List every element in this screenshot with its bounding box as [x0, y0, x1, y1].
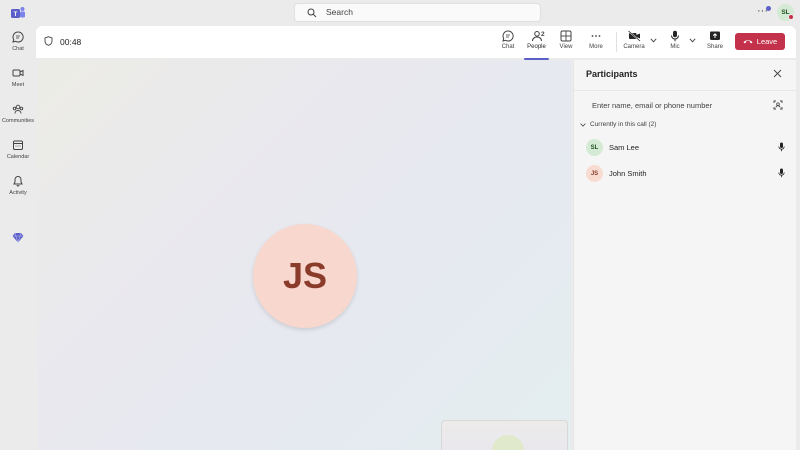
controls-divider [616, 32, 617, 52]
search-box[interactable]: Search [294, 3, 541, 22]
left-rail: Chat Meet Communities Calendar Activity [0, 26, 36, 450]
search-placeholder: Search [326, 7, 353, 17]
participant-row[interactable]: SL Sam Lee [574, 138, 797, 160]
view-button[interactable]: View [555, 30, 577, 58]
invite-search-input[interactable]: Enter name, email or phone number [592, 101, 712, 110]
participant-avatar-large: JS [253, 224, 357, 328]
video-stage: JS [38, 60, 571, 450]
camera-off-icon [627, 30, 641, 42]
rail-item-calendar[interactable]: Calendar [0, 139, 36, 171]
rail-label: Meet [11, 82, 25, 88]
video-icon [12, 69, 24, 77]
rail-label: Activity [9, 190, 27, 196]
self-avatar-preview [492, 435, 524, 450]
bell-icon [13, 175, 23, 187]
panel-title: Participants [586, 69, 638, 79]
participant-name: John Smith [609, 169, 647, 178]
more-label: More [589, 44, 603, 50]
call-timer: 00:48 [60, 37, 82, 47]
rail-item-activity[interactable]: Activity [0, 175, 36, 207]
share-button[interactable]: Share [703, 30, 727, 58]
microphone-icon [778, 142, 785, 152]
participant-avatar: SL [586, 139, 603, 156]
people-count-badge: 2 [541, 31, 545, 38]
rail-item-chat[interactable]: Chat [0, 31, 36, 63]
people-button[interactable]: 2 People [524, 30, 549, 60]
chat-label: Chat [501, 44, 515, 50]
rail-label: Communities [1, 118, 35, 124]
close-icon[interactable] [773, 69, 782, 78]
camera-label: Camera [623, 44, 645, 50]
chevron-down-icon[interactable] [689, 38, 696, 43]
share-label: Share [706, 44, 723, 50]
participant-name: Sam Lee [609, 143, 640, 152]
calendar-icon [13, 140, 23, 150]
in-call-section-label[interactable]: Currently in this call (2) [590, 121, 656, 128]
mic-button[interactable]: Mic [664, 30, 686, 58]
teams-logo-icon[interactable]: T [10, 5, 26, 21]
view-label: View [559, 44, 573, 50]
more-horizontal-icon [591, 35, 601, 37]
meeting-controls-bar: 00:48 Chat 2 People View More Camera Mic… [36, 26, 796, 60]
camera-button[interactable]: Camera [621, 30, 647, 58]
rail-label: Calendar [6, 154, 30, 160]
chevron-down-icon[interactable] [580, 123, 586, 127]
participants-panel: Participants Enter name, email or phone … [573, 60, 797, 450]
chat-icon [12, 31, 24, 43]
chevron-down-icon[interactable] [650, 38, 657, 43]
chat-icon [502, 30, 514, 42]
share-screen-icon [710, 31, 720, 40]
title-bar: T Search ··· SL [0, 0, 800, 26]
mic-label: Mic [670, 44, 680, 50]
panel-divider [574, 90, 797, 91]
more-button[interactable]: More [585, 30, 607, 58]
notification-dot [766, 6, 771, 11]
hang-up-icon [743, 40, 753, 44]
svg-text:T: T [14, 12, 18, 18]
chat-button[interactable]: Chat [497, 30, 519, 58]
rail-label: Chat [12, 46, 24, 52]
leave-button[interactable]: Leave [735, 33, 785, 50]
share-invite-icon[interactable] [773, 100, 783, 110]
diamond-icon[interactable] [12, 232, 24, 243]
people-label: People [527, 44, 546, 50]
presence-status-icon [788, 14, 794, 20]
self-view-tile[interactable] [441, 420, 568, 450]
rail-item-meet[interactable]: Meet [0, 67, 36, 99]
microphone-icon [778, 168, 785, 178]
rail-item-communities[interactable]: Communities [0, 103, 36, 135]
search-icon [307, 8, 317, 18]
shield-icon[interactable] [44, 36, 53, 46]
participant-row[interactable]: JS John Smith [574, 164, 797, 186]
leave-label: Leave [756, 37, 778, 46]
microphone-icon [671, 30, 679, 42]
grid-view-icon [560, 30, 572, 42]
participant-avatar: JS [586, 165, 603, 182]
communities-icon [12, 104, 24, 114]
